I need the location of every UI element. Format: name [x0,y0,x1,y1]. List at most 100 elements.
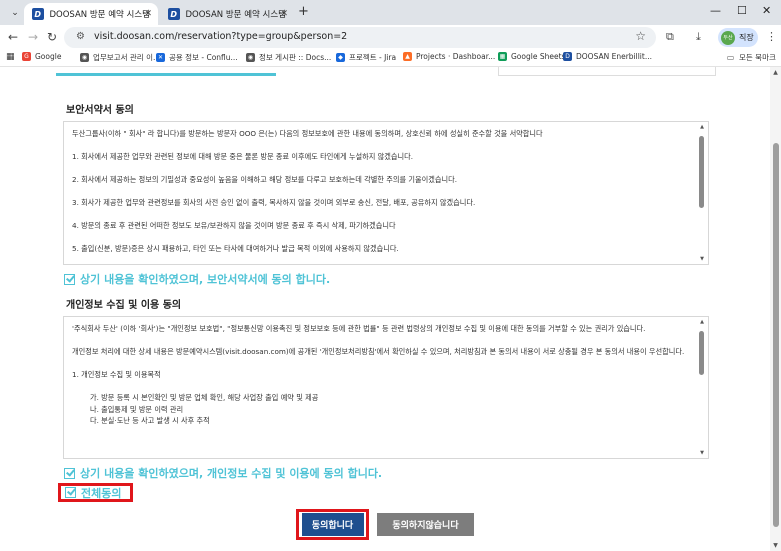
agreement-paragraph: 5. 출입(신분, 방문)증은 상시 패용하고, 타인 또는 타사에 대여하거나… [72,244,399,253]
privacy-agreement-box[interactable]: '주식회사 두산' (이하 '회사')는 "개인정보 보호법", "정보통신망 … [63,316,709,459]
scroll-down-icon[interactable]: ▼ [770,542,781,549]
reservation-page: 보안서약서 동의 두산그룹사(이하 " 회사" 라 합니다)를 방문하는 방문자… [0,67,770,551]
bookmark-label: Google Sheets [511,52,566,61]
back-arrow-icon[interactable]: ← [8,30,18,44]
bookmark-favicon-icon: ▲ [403,52,412,61]
apps-grid-icon[interactable]: ▦ [6,52,15,62]
agreement-paragraph: 개인정보 처리에 대한 상세 내용은 방문예약시스템(visit.doosan.… [72,347,685,356]
agreement-paragraph: 3. 회사가 제공한 업무와 관련정보를 회사의 사전 승인 없이 출력, 복사… [72,198,476,207]
privacy-confirm-checkbox[interactable]: 상기 내용을 확인하였으며, 개인정보 수집 및 이용에 동의 합니다. [64,465,382,481]
close-tab-icon[interactable]: ✕ [280,9,288,19]
purpose-item: 가. 방문 등록 시 본인확인 및 방문 업체 확인, 해당 사업장 출입 예약… [90,393,319,402]
browser-tab-title: DOOSAN 방문 예약 시스템 [185,10,287,20]
bookmark-label: 프로젝트 - Jira [349,53,397,62]
bookmark-label: 공용 정보 - Conflu... [169,53,238,62]
forward-arrow-icon[interactable]: → [28,30,38,44]
agreement-paragraph: 1. 개인정보 수집 및 이용목적 [72,370,161,379]
close-window-icon[interactable]: ✕ [762,4,771,17]
scroll-down-icon[interactable]: ▼ [698,256,706,262]
extensions-icon[interactable]: ⧉ [666,30,674,44]
agreement-paragraph: 두산그룹사(이하 " 회사" 라 합니다)를 방문하는 방문자 OOO 은(는)… [72,129,543,138]
bookmark-item[interactable]: ◉ 정보 게시판 :: Docs... [246,52,331,63]
address-bar[interactable]: ⚙ visit.doosan.com/reservation?type=grou… [64,27,656,48]
browser-tab-bar: ⌄ D DOOSAN 방문 예약 시스템 ✕ D DOOSAN 방문 예약 시스… [0,0,781,25]
bookmark-item[interactable]: ◉ 업무보고서 관리 이... [80,52,160,63]
bookmark-item[interactable]: G Google [22,52,61,61]
browser-tab-2[interactable]: D DOOSAN 방문 예약 시스템 ✕ [160,3,294,25]
reload-icon[interactable]: ↻ [47,30,57,44]
bookmark-item[interactable]: D DOOSAN Enerbillit... [563,52,652,61]
agree-button-highlight: 동의합니다 [296,509,369,540]
agreement-paragraph: 2. 회사에서 제공하는 정보의 기밀성과 중요성이 높음을 이해하고 해당 정… [72,175,457,184]
scroll-thumb[interactable] [699,136,704,208]
privacy-agreement-text: '주식회사 두산' (이하 '회사')는 "개인정보 보호법", "정보통신망 … [72,323,696,427]
bookmark-favicon-icon: D [563,52,572,61]
all-agree-label: 전체동의 [81,486,122,500]
bookmark-favicon-icon: ◉ [246,53,255,62]
bookmark-label: 업무보고서 관리 이... [93,53,161,62]
disagree-button[interactable]: 동의하지않습니다 [377,513,474,536]
bookmark-item[interactable]: ▲ Projects · Dashboar... [403,52,495,61]
scroll-up-icon[interactable]: ▲ [698,319,706,325]
browser-toolbar: ← → ↻ ⚙ visit.doosan.com/reservation?typ… [0,25,781,50]
scroll-thumb[interactable] [699,331,704,375]
security-box-scrollbar[interactable]: ▲ ▼ [698,124,706,262]
bookmark-label: DOOSAN Enerbillit... [576,52,652,61]
security-confirm-label: 상기 내용을 확인하였으며, 보안서약서에 동의 합니다. [80,273,331,286]
bookmark-favicon-icon: G [22,52,31,61]
agreement-paragraph: 1. 회사에서 제공한 업무와 관련된 정보에 대해 방문 중은 물론 방문 종… [72,152,413,161]
bookmark-favicon-icon: ◉ [80,53,89,62]
browser-tab-1[interactable]: D DOOSAN 방문 예약 시스템 ✕ [24,3,158,25]
purpose-item: 나. 출입통제 및 방문 이력 관리 [90,404,184,414]
bookmark-item[interactable]: ✕ 공용 정보 - Conflu... [156,52,238,63]
privacy-box-scrollbar[interactable]: ▲ ▼ [698,319,706,456]
url-text[interactable]: visit.doosan.com/reservation?type=group&… [94,31,347,42]
scroll-down-icon[interactable]: ▼ [698,450,706,456]
close-tab-icon[interactable]: ✕ [144,9,152,19]
minimize-icon[interactable]: — [710,4,721,17]
bookmark-favicon-icon: ✕ [156,53,165,62]
privacy-confirm-label: 상기 내용을 확인하였으며, 개인정보 수집 및 이용에 동의 합니다. [80,467,383,480]
maximize-icon[interactable]: ☐ [737,4,747,17]
security-confirm-checkbox[interactable]: 상기 내용을 확인하였으며, 보안서약서에 동의 합니다. [64,271,330,287]
bookmark-label: Google [35,52,62,61]
privacy-agreement-title: 개인정보 수집 및 이용 동의 [66,300,182,311]
bookmark-label: Projects · Dashboar... [416,52,496,61]
scroll-up-icon[interactable]: ▲ [698,124,706,130]
bookmark-item[interactable]: ▦ Google Sheets [498,52,565,61]
all-agree-checkbox[interactable]: 전체동의 [58,483,133,502]
checkbox-checked-icon[interactable] [65,487,76,498]
page-scroll-thumb[interactable] [773,143,779,527]
avatar: 두산 [721,30,735,45]
checkbox-checked-icon[interactable] [64,467,75,479]
page-scrollbar[interactable]: ▲ ▼ [770,67,781,551]
menu-kebab-icon[interactable]: ⋮ [766,30,777,43]
new-tab-button[interactable]: + [298,5,309,19]
profile-button[interactable]: 두산 직장 [718,28,758,47]
bookmark-favicon-icon: ▦ [498,52,507,61]
agree-button[interactable]: 동의합니다 [301,513,364,536]
folder-icon: ▭ [726,53,735,62]
bookmark-favicon-icon: ◆ [336,53,345,62]
agreement-paragraph: '주식회사 두산' (이하 '회사')는 "개인정보 보호법", "정보통신망 … [72,324,646,333]
site-info-icon[interactable]: ⚙ [76,31,85,42]
doosan-favicon-icon: D [168,8,180,20]
agreement-paragraph: 4. 방문의 종료 후 관련된 어떠한 정보도 보유/보관하지 않을 것이며 방… [72,221,396,230]
bookmark-label: 정보 게시판 :: Docs... [259,53,332,62]
all-bookmarks-label: 모든 북마크 [739,53,776,62]
doosan-favicon-icon: D [32,8,44,20]
checkbox-checked-icon[interactable] [64,273,75,285]
step-tab-inactive [498,67,716,76]
bookmark-star-icon[interactable]: ☆ [635,29,646,43]
security-agreement-title: 보안서약서 동의 [66,105,134,116]
profile-name: 직장 [739,33,754,42]
all-bookmarks-folder[interactable]: ▭ 모든 북마크 [726,52,776,63]
purpose-item: 다. 분실·도난 등 사고 발생 시 사후 추적 [90,416,210,425]
bookmark-item[interactable]: ◆ 프로젝트 - Jira [336,52,396,63]
security-agreement-box[interactable]: 두산그룹사(이하 " 회사" 라 합니다)를 방문하는 방문자 OOO 은(는)… [63,121,709,265]
tab-search-chevron-icon[interactable]: ⌄ [6,4,24,21]
browser-tab-title: DOOSAN 방문 예약 시스템 [49,10,151,20]
security-agreement-text: 두산그룹사(이하 " 회사" 라 합니다)를 방문하는 방문자 OOO 은(는)… [72,128,696,264]
download-icon[interactable]: ⤓ [696,30,701,44]
scroll-up-icon[interactable]: ▲ [770,69,781,76]
